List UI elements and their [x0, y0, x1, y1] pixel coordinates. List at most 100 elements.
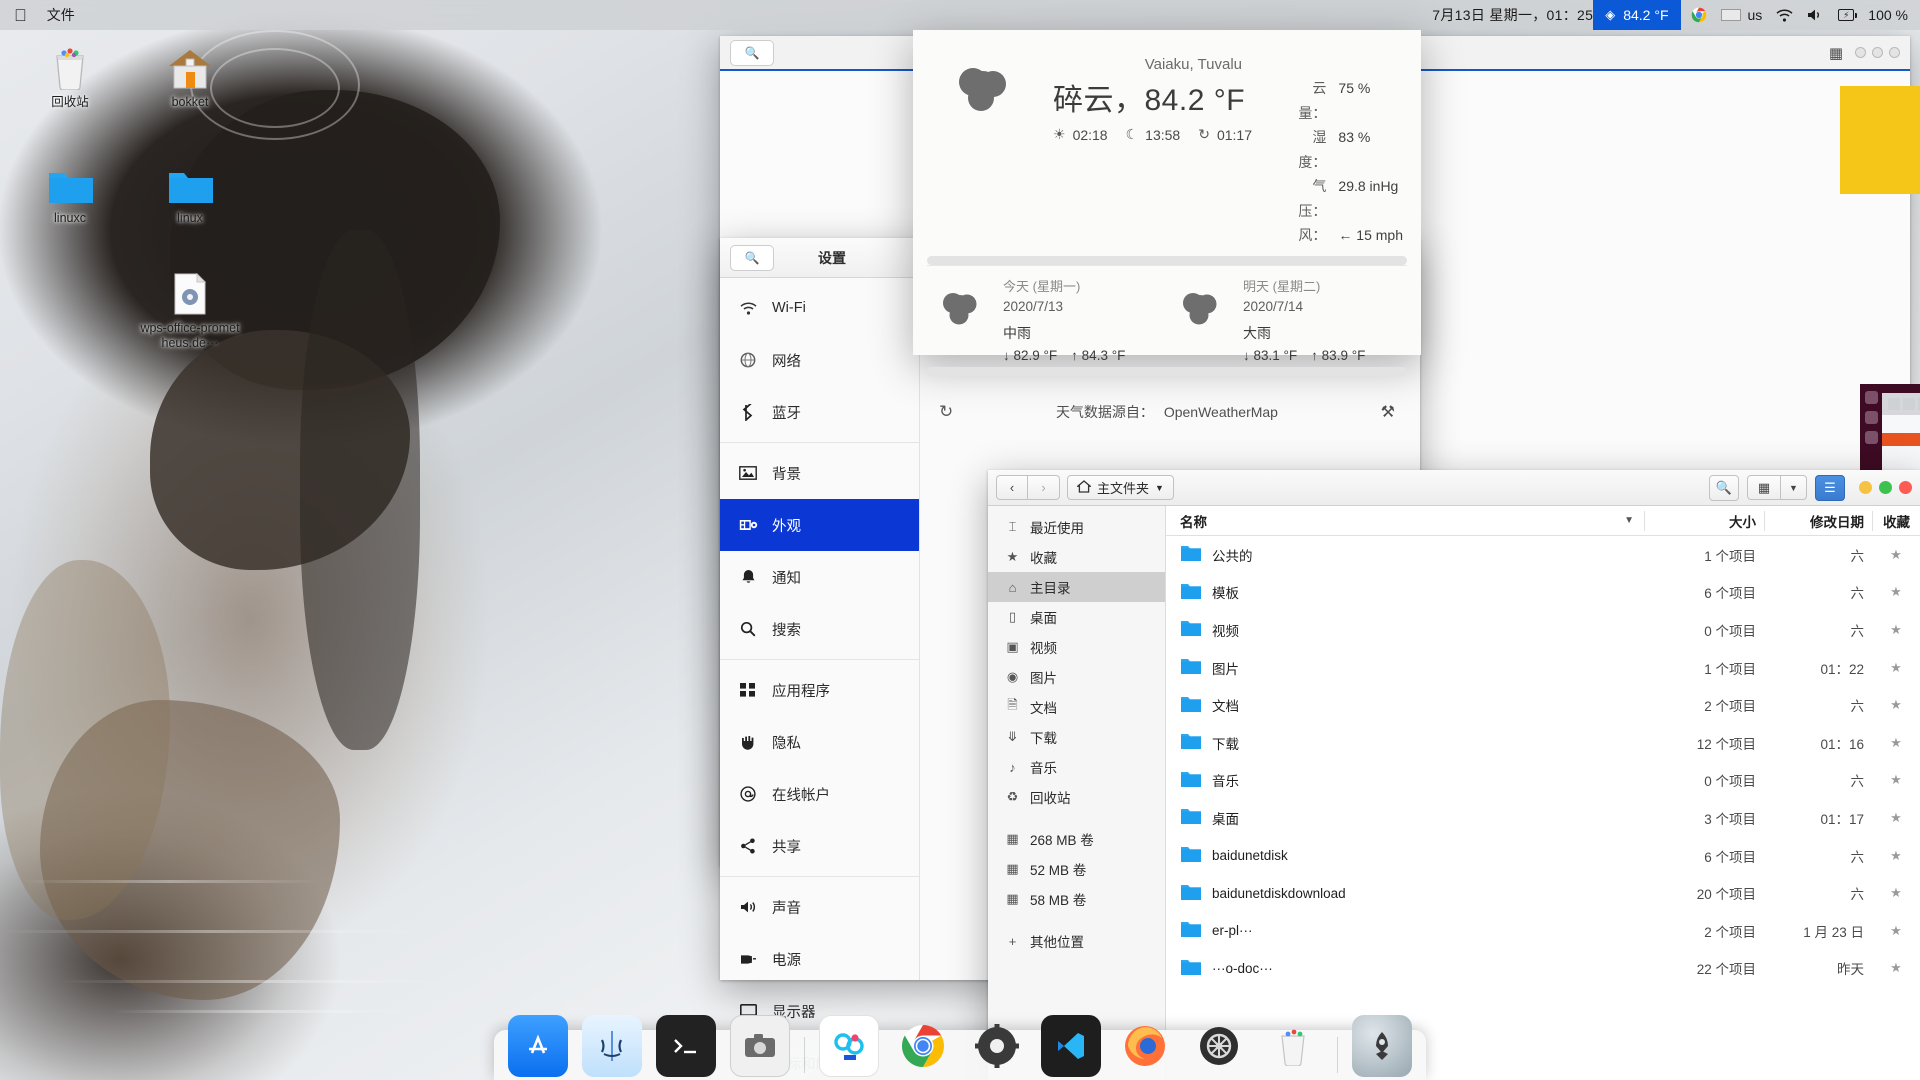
settings-gear-icon[interactable]: [967, 1015, 1027, 1077]
sidebar-item-volume-52mb[interactable]: ▦ 52 MB 卷: [988, 854, 1165, 884]
sidebar-item-sound[interactable]: 声音: [720, 881, 919, 933]
sort-descending-icon[interactable]: ▼: [1624, 515, 1634, 526]
star-icon[interactable]: ★: [1872, 622, 1920, 638]
sidebar-item-notifications[interactable]: 通知: [720, 551, 919, 603]
menubar-clock[interactable]: 7月13日 星期一，01：25: [1432, 5, 1593, 25]
sidebar-item-applications[interactable]: 应用程序: [720, 664, 919, 716]
table-row[interactable]: 模板6 个项目六★: [1166, 574, 1920, 612]
keyboard-layout-indicator[interactable]: us: [1721, 7, 1763, 23]
sidebar-item-starred[interactable]: ★ 收藏: [988, 542, 1165, 572]
file-name-cell[interactable]: 桌面: [1166, 807, 1644, 828]
sidebar-item-volume-268mb[interactable]: ▦ 268 MB 卷: [988, 824, 1165, 854]
hamburger-menu-icon[interactable]: ☰: [1815, 475, 1845, 501]
star-icon[interactable]: ★: [1872, 960, 1920, 976]
scrollbar-horizontal-top[interactable]: [927, 256, 1407, 265]
close-dot[interactable]: [1899, 481, 1912, 494]
star-icon[interactable]: ★: [1872, 810, 1920, 826]
column-header-size[interactable]: 大小: [1644, 511, 1764, 531]
star-icon[interactable]: ★: [1872, 547, 1920, 563]
scrollbar-horizontal-bottom[interactable]: [927, 367, 1407, 376]
close-dot[interactable]: [1889, 47, 1900, 58]
sidebar-item-documents[interactable]: 🗎 文档: [988, 692, 1165, 722]
grid-icon[interactable]: ▦: [1829, 44, 1843, 62]
sidebar-item-background[interactable]: 背景: [720, 447, 919, 499]
sidebar-item-videos[interactable]: ▣ 视频: [988, 632, 1165, 662]
star-icon[interactable]: ★: [1872, 885, 1920, 901]
sidebar-item-trash[interactable]: ♻ 回收站: [988, 782, 1165, 812]
weather-popup[interactable]: Vaiaku, Tuvalu 碎云，84.2 °F ☀ 02:18 ☾ 13:5…: [913, 30, 1421, 355]
file-name-cell[interactable]: ···o-doc···: [1166, 958, 1644, 979]
grid-view-icon[interactable]: ▦: [1747, 475, 1781, 500]
file-name-cell[interactable]: 公共的: [1166, 544, 1644, 565]
screenshot-icon[interactable]: [730, 1015, 790, 1077]
sidebar-item-power[interactable]: 电源: [720, 933, 919, 985]
file-name-cell[interactable]: er-pl···: [1166, 920, 1644, 941]
star-icon[interactable]: ★: [1872, 660, 1920, 676]
chevron-left-icon[interactable]: ‹: [996, 475, 1028, 500]
sidebar-item-other-locations[interactable]: + 其他位置: [988, 926, 1165, 956]
launchpad-icon[interactable]: [1352, 1015, 1412, 1077]
table-row[interactable]: baidunetdisk6 个项目六★: [1166, 837, 1920, 875]
source-name[interactable]: OpenWeatherMap: [1164, 404, 1278, 420]
sidebar-item-volume-58mb[interactable]: ▦ 58 MB 卷: [988, 884, 1165, 914]
file-name-cell[interactable]: 模板: [1166, 582, 1644, 603]
table-row[interactable]: ···o-doc···22 个项目昨天★: [1166, 950, 1920, 988]
star-icon[interactable]: ★: [1872, 923, 1920, 939]
firefox-icon[interactable]: [1115, 1015, 1175, 1077]
menubar-weather-indicator[interactable]: ◈ 84.2 °F: [1593, 0, 1680, 30]
terminal-icon[interactable]: [656, 1015, 716, 1077]
star-icon[interactable]: ★: [1872, 848, 1920, 864]
star-icon[interactable]: ★: [1872, 697, 1920, 713]
sidebar-item-search[interactable]: 搜索: [720, 603, 919, 655]
table-row[interactable]: 音乐0 个项目六★: [1166, 762, 1920, 800]
chrome-icon[interactable]: [1691, 7, 1707, 23]
desktop-icon-linuxc[interactable]: linuxc: [18, 152, 122, 226]
sidebar-item-recent[interactable]: ⌶ 最近使用: [988, 512, 1165, 542]
minimize-dot[interactable]: [1855, 47, 1866, 58]
finder-icon[interactable]: [582, 1015, 642, 1077]
file-name-cell[interactable]: 视频: [1166, 619, 1644, 640]
wallpaper-preview-tile[interactable]: [1840, 86, 1920, 194]
chevron-right-icon[interactable]: ›: [1028, 475, 1060, 500]
column-header-starred[interactable]: 收藏: [1872, 511, 1920, 531]
maximize-dot[interactable]: [1872, 47, 1883, 58]
sidebar-item-privacy[interactable]: 隐私: [720, 716, 919, 768]
file-name-cell[interactable]: baidunetdisk: [1166, 845, 1644, 866]
maximize-dot[interactable]: [1879, 481, 1892, 494]
table-row[interactable]: 公共的1 个项目六★: [1166, 536, 1920, 574]
desktop-icon-linux[interactable]: linux: [138, 152, 242, 226]
sidebar-item-downloads[interactable]: ⤋ 下载: [988, 722, 1165, 752]
app-store-icon[interactable]: [508, 1015, 568, 1077]
search-icon[interactable]: 🔍: [730, 40, 774, 66]
table-row[interactable]: er-pl···2 个项目1 月 23 日★: [1166, 912, 1920, 950]
sidebar-item-wifi[interactable]: Wi-Fi: [720, 282, 919, 334]
chrome-icon[interactable]: [893, 1015, 953, 1077]
table-row[interactable]: 视频0 个项目六★: [1166, 611, 1920, 649]
tools-icon[interactable]: ⚒: [1381, 402, 1395, 422]
trash-icon[interactable]: [1263, 1015, 1323, 1077]
reload-icon[interactable]: ↻: [939, 402, 953, 422]
desktop-icon-wps-deb[interactable]: wps-office-prometheus.de···: [138, 262, 242, 351]
chevron-down-icon[interactable]: ▼: [1155, 483, 1164, 493]
file-name-cell[interactable]: baidunetdiskdownload: [1166, 883, 1644, 904]
column-header-name[interactable]: 名称 ▼: [1166, 511, 1644, 531]
table-row[interactable]: 下载12 个项目01：16★: [1166, 724, 1920, 762]
search-input[interactable]: 🔍: [730, 245, 774, 271]
column-header-date[interactable]: 修改日期: [1764, 511, 1872, 531]
apple-logo-icon[interactable]: : [14, 7, 27, 24]
file-name-cell[interactable]: 下载: [1166, 732, 1644, 753]
menubar-app-name[interactable]: 文件: [47, 5, 75, 25]
breadcrumb[interactable]: 主文件夹 ▼: [1067, 475, 1174, 500]
volume-icon[interactable]: [1807, 8, 1824, 22]
file-name-cell[interactable]: 图片: [1166, 657, 1644, 678]
sidebar-item-sharing[interactable]: 共享: [720, 820, 919, 872]
sidebar-item-appearance[interactable]: 外观: [720, 499, 919, 551]
minimize-dot[interactable]: [1859, 481, 1872, 494]
battery-charging-icon[interactable]: ⚡: [1838, 9, 1854, 21]
table-row[interactable]: 图片1 个项目01：22★: [1166, 649, 1920, 687]
file-name-cell[interactable]: 音乐: [1166, 770, 1644, 791]
table-row[interactable]: 文档2 个项目六★: [1166, 686, 1920, 724]
sidebar-item-music[interactable]: ♪ 音乐: [988, 752, 1165, 782]
table-row[interactable]: 桌面3 个项目01：17★: [1166, 799, 1920, 837]
file-manager-window[interactable]: ‹ › 主文件夹 ▼ 🔍 ▦ ▼ ☰: [988, 470, 1920, 1080]
